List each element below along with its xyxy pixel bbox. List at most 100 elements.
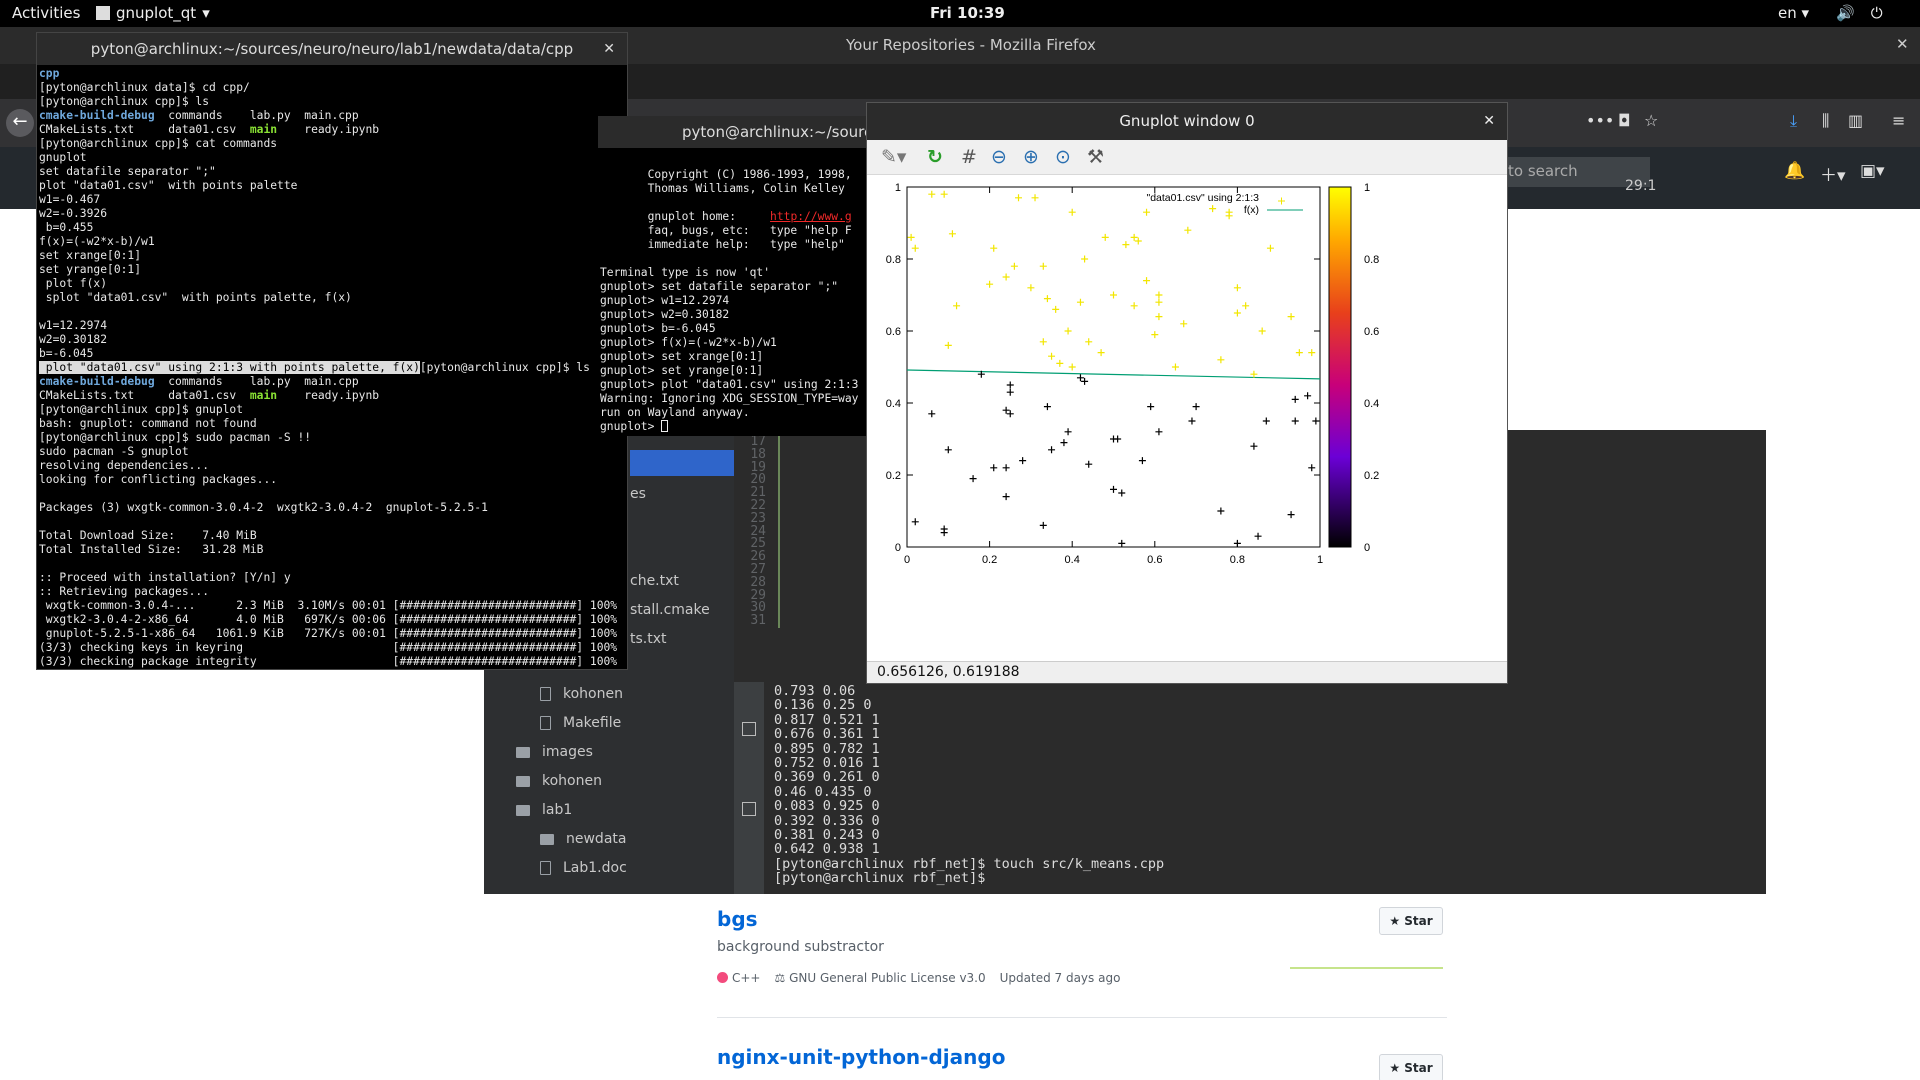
star-button[interactable]: ★ Star [1379,907,1443,935]
app-menu[interactable]: gnuplot_qt ▾ [96,4,210,22]
settings-wrench-icon[interactable]: ⚒ [1087,146,1104,168]
tree-item-label: Lab1.doc [563,860,627,876]
input-language[interactable]: en ▾ [1778,4,1809,22]
tree-item-label: lab1 [542,802,573,818]
tree-item[interactable]: stall.cmake [630,602,710,618]
tree-item-label: newdata [566,831,627,847]
data-point-class-1 [1027,284,1035,292]
zoom-forward-icon[interactable]: ⊕ [1023,146,1039,168]
replot-icon[interactable]: ↻ [927,146,943,168]
folder-icon [516,804,530,816]
clock[interactable]: Fri 10:39 [930,4,1005,22]
terminal-window-2[interactable]: pyton@archlinux:~/sources/ Copyright (C)… [598,116,898,436]
download-icon[interactable]: ⤓ [1790,111,1797,131]
data-point-class-0 [1002,406,1010,414]
data-point-class-0 [911,518,919,526]
data-point-class-0 [1006,388,1014,396]
data-point-class-1 [1130,233,1138,241]
pocket-icon[interactable]: ◘ [1618,111,1631,130]
data-point-class-1 [1155,291,1163,299]
tree-item[interactable]: che.txt [630,573,679,589]
repo-name-link[interactable]: nginx-unit-python-django [717,1045,1447,1069]
cursor-position: 29:1 [1625,178,1657,194]
terminal-icon[interactable] [742,802,756,816]
tree-item[interactable]: kohonen [540,686,623,702]
data-point-class-1 [1287,313,1295,321]
data-point-class-1 [1101,233,1109,241]
grid-icon[interactable]: # [961,146,977,168]
gnuplot-title: Gnuplot window 0 [1119,112,1255,130]
data-point-class-1 [1217,356,1225,364]
repo-license-label: GNU General Public License v3.0 [789,971,986,985]
data-point-class-0 [1043,403,1051,411]
x-tick-label: 0.8 [1230,554,1245,566]
data-point-class-1 [1171,363,1179,371]
data-point-class-1 [1085,338,1093,346]
data-point-class-1 [1039,262,1047,270]
data-point-class-0 [1002,493,1010,501]
tree-item[interactable]: es [630,486,646,502]
mouse-coordinates: 0.656126, 0.619188 [877,664,1020,680]
avatar[interactable]: ▣▾ [1860,161,1885,181]
tree-item[interactable]: lab1 [516,802,572,818]
data-point-class-1 [911,244,919,252]
tree-item[interactable]: images [516,744,593,760]
close-icon[interactable]: ✕ [1896,35,1909,53]
star-button[interactable]: ★ Star [1379,1054,1443,1080]
tree-item[interactable]: kohonen [516,773,602,789]
data-point-class-0 [1217,507,1225,515]
data-point-class-1 [1097,349,1105,357]
tree-item[interactable]: Lab1.doc [540,860,627,876]
data-point-class-1 [948,230,956,238]
data-point-class-1 [1130,302,1138,310]
more-icon[interactable]: ••• [1586,111,1614,130]
repo-language-label: C++ [732,971,761,985]
data-point-class-0 [1312,417,1320,425]
gnuplot-home-link[interactable]: http://www.g [770,210,852,223]
activities-button[interactable]: Activities [12,4,80,22]
data-point-class-1 [1110,291,1117,299]
data-point-class-1 [928,190,936,198]
data-point-class-1 [986,280,994,288]
add-icon[interactable]: ＋▾ [1820,161,1846,186]
folder-name-cpp: cpp [39,67,60,80]
data-point-class-0 [928,410,936,418]
data-point-class-1 [990,244,998,252]
tree-item-label: che.txt [630,573,679,589]
system-menu[interactable]: 🔊 ⏻ [1836,4,1883,22]
menu-icon[interactable]: ≡ [1892,111,1905,130]
data-point-class-0 [1155,428,1163,436]
folder-icon [516,775,530,787]
selected-tree-row[interactable] [630,450,734,476]
x-tick-label: 0.2 [982,554,997,566]
repo-description: background substractor [717,939,884,955]
back-button[interactable]: ← [6,109,34,137]
app-menu-label: gnuplot_qt [116,4,197,22]
library-icon[interactable]: ⫼ [1822,111,1829,131]
zoom-back-icon[interactable]: ⊖ [991,146,1007,168]
data-point-class-0 [1147,403,1155,411]
plot-border [906,186,1321,548]
console-output[interactable]: 0.793 0.06 0.136 0.25 0 0.817 0.521 1 0.… [774,684,1164,886]
close-icon[interactable]: ✕ [603,33,615,65]
notification-bell-icon[interactable]: 🔔 [1784,161,1805,181]
data-point-class-1 [1056,359,1064,367]
terminal-window-1[interactable]: pyton@archlinux:~/sources/neuro/neuro/la… [36,32,628,670]
gnuplot-canvas[interactable]: 0 0.2 0.4 0.6 0.8 1 0 0.2 0.4 0.6 0.8 1 "data01.csv"… [867,175,1507,661]
data-point-class-1 [907,233,915,241]
tree-item[interactable]: ts.txt [630,631,667,647]
repo-name-link[interactable]: bgs [717,907,1447,931]
tree-item[interactable]: newdata [540,831,626,847]
autoscale-icon[interactable]: ⊙ [1055,146,1071,168]
selected-text[interactable]: plot "data01.csv" using 2:1:3 with point… [39,361,420,374]
image-icon[interactable] [742,722,756,736]
data-point-class-0 [1110,485,1117,493]
data-point-class-0 [1060,439,1068,447]
sidebar-icon[interactable]: ▥ [1848,111,1863,130]
data-point-class-1 [1122,241,1130,249]
close-icon[interactable]: ✕ [1483,103,1495,140]
bookmark-star-icon[interactable]: ☆ [1644,111,1658,130]
tree-item[interactable]: Makefile [540,715,621,731]
y-tick-label: 0.8 [886,254,901,266]
export-icon[interactable]: ✎▾ [881,146,906,168]
